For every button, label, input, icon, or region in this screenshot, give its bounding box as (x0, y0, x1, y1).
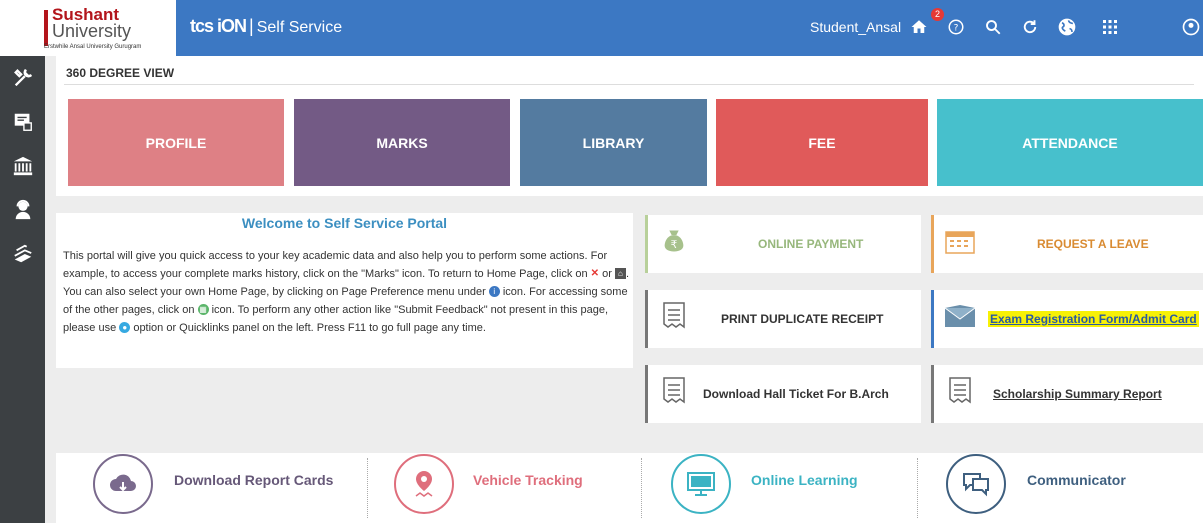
card-label: Exam Registration Form/Admit Card (988, 290, 1199, 348)
info-icon: i (488, 286, 500, 297)
exam-registration-link[interactable]: Exam Registration Form/Admit Card (988, 311, 1199, 327)
card-label: PRINT DUPLICATE RECEIPT (721, 312, 884, 326)
download-report-cards-link[interactable]: Download Report Cards (174, 472, 333, 488)
scholarship-card[interactable]: Scholarship Summary Report (931, 365, 1203, 423)
receipt-icon (944, 375, 976, 407)
tile-label: MARKS (376, 134, 428, 151)
books-icon[interactable] (0, 232, 45, 276)
sidebar (0, 56, 45, 523)
help-icon[interactable]: ? (943, 14, 969, 40)
welcome-panel: Welcome to Self Service Portal This port… (56, 213, 633, 368)
tile-label: FEE (808, 134, 836, 151)
home-icon: ⌂ (614, 268, 626, 279)
refresh-icon[interactable] (1017, 14, 1043, 40)
card-label: ONLINE PAYMENT (758, 237, 864, 251)
tile-attendance[interactable]: ATTENDANCE (937, 99, 1203, 186)
brand-sub: Self Service (256, 19, 343, 36)
logo-accent (44, 10, 48, 46)
divider (367, 458, 368, 518)
request-leave-card[interactable]: REQUEST A LEAVE (931, 215, 1203, 273)
tile-profile[interactable]: PROFILE (68, 99, 284, 186)
notification-badge[interactable]: 2 (931, 8, 944, 21)
cloud-download-icon[interactable] (93, 454, 153, 514)
calendar-icon (944, 225, 976, 257)
logo-tagline: Erstwhile Ansal University Gurugram (44, 44, 142, 50)
location-pin-icon[interactable] (394, 454, 454, 514)
vehicle-tracking-link[interactable]: Vehicle Tracking (473, 472, 583, 488)
receipt-icon (658, 300, 690, 332)
card-label: Scholarship Summary Report (993, 387, 1162, 401)
feedback-icon[interactable] (0, 100, 45, 144)
welcome-text-part: option or Quicklinks panel on the left. … (130, 322, 486, 334)
card-label: REQUEST A LEAVE (1037, 237, 1149, 251)
hall-ticket-card[interactable]: Download Hall Ticket For B.Arch (645, 365, 921, 423)
quicklink-icon: ● (119, 322, 131, 333)
logo-sub-text: University (52, 21, 132, 41)
chat-bubbles-icon[interactable] (946, 454, 1006, 514)
brand-main: tcs iON (190, 16, 247, 36)
card-label: Download Hall Ticket For B.Arch (703, 387, 889, 401)
svg-text:?: ? (954, 23, 959, 33)
monitor-icon[interactable] (671, 454, 731, 514)
home-icon[interactable] (906, 14, 932, 40)
brand: tcs iON | Self Service (190, 16, 342, 37)
receipt-icon (658, 375, 690, 407)
top-bar: Sushant University Erstwhile Ansal Unive… (0, 0, 1203, 56)
exam-registration-card[interactable]: Exam Registration Form/Admit Card (931, 290, 1203, 348)
divider (64, 84, 1194, 85)
welcome-title: Welcome to Self Service Portal (241, 215, 448, 231)
search-icon[interactable] (980, 14, 1006, 40)
welcome-text: This portal will give you quick access t… (63, 247, 631, 337)
welcome-text-part: or (599, 268, 615, 280)
online-learning-link[interactable]: Online Learning (751, 472, 858, 488)
bottom-panel (56, 453, 1203, 523)
svg-text:₹: ₹ (671, 239, 678, 251)
close-icon: ✕ (590, 268, 600, 279)
apps-grid-icon[interactable] (1097, 14, 1123, 40)
brand-separator: | (249, 16, 254, 36)
envelope-icon (944, 300, 976, 332)
university-logo[interactable]: Sushant University Erstwhile Ansal Unive… (0, 0, 176, 56)
tile-label: PROFILE (145, 134, 207, 151)
communicator-link[interactable]: Communicator (1027, 472, 1126, 488)
apps-icon: ▦ (197, 304, 209, 315)
money-bag-icon: ₹ (658, 225, 690, 257)
welcome-text-part: This portal will give you quick access t… (63, 250, 608, 280)
tools-icon[interactable] (0, 56, 45, 100)
view-360-title: 360 DEGREE VIEW (66, 66, 175, 80)
tile-label: LIBRARY (582, 134, 645, 151)
tile-fee[interactable]: FEE (716, 99, 928, 186)
print-receipt-card[interactable]: PRINT DUPLICATE RECEIPT (645, 290, 921, 348)
divider (641, 458, 642, 518)
support-icon[interactable] (0, 188, 45, 232)
account-icon[interactable] (1178, 14, 1203, 40)
tile-marks[interactable]: MARKS (294, 99, 510, 186)
tile-library[interactable]: LIBRARY (520, 99, 707, 186)
username[interactable]: Student_Ansal (810, 19, 901, 35)
header-bar: tcs iON | Self Service Student_Ansal (176, 0, 1203, 56)
divider (917, 458, 918, 518)
online-payment-card[interactable]: ₹ ONLINE PAYMENT (645, 215, 921, 273)
globe-icon[interactable] (1054, 14, 1080, 40)
tile-label: ATTENDANCE (1022, 134, 1118, 151)
institution-icon[interactable] (0, 144, 45, 188)
